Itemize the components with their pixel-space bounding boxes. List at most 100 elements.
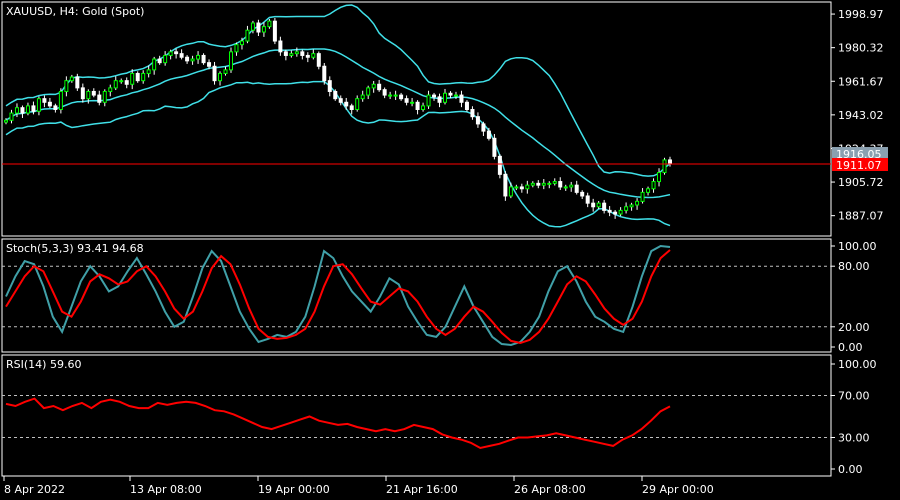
candle-body	[36, 98, 41, 112]
candle-body	[9, 112, 14, 121]
candle-body	[503, 173, 508, 197]
candle-body	[245, 29, 250, 42]
candle-body	[371, 83, 376, 89]
trading-chart[interactable]: 1998.971980.321961.671943.021924.371905.…	[0, 0, 900, 500]
candle-body	[311, 53, 316, 58]
candle-body	[168, 51, 173, 56]
time-tick-label: 29 Apr 00:00	[642, 483, 714, 496]
candle-body	[399, 94, 404, 100]
candle-body	[86, 90, 91, 100]
candle-body	[541, 182, 546, 186]
candle-body	[42, 98, 47, 103]
candle-body	[536, 182, 541, 186]
candle-body	[47, 101, 52, 107]
candle-body	[585, 195, 590, 204]
candle-body	[355, 98, 360, 110]
candle-body	[602, 202, 607, 211]
candle-body	[157, 58, 162, 64]
candle-body	[668, 159, 672, 165]
time-tick-label: 19 Apr 00:00	[258, 483, 330, 496]
candle-body	[574, 184, 579, 193]
candle-body	[267, 20, 272, 28]
candle-body	[97, 94, 102, 103]
time-axis: 8 Apr 2022 13 Apr 08:00 19 Apr 00:00 21 Apr…	[3, 476, 714, 496]
candle-body	[459, 94, 464, 103]
candle-body	[382, 89, 387, 96]
symbol-header: XAUUSD, H4: Gold (Spot)	[6, 5, 144, 18]
price-tick-label: 1905.72	[838, 176, 884, 189]
candle-body	[102, 90, 107, 103]
candle-body	[174, 51, 179, 55]
candle-body	[212, 65, 217, 82]
price-tick-label: 1887.07	[838, 210, 884, 223]
candle-body	[91, 90, 96, 96]
candle-body	[640, 191, 645, 202]
candle-body	[530, 182, 535, 186]
candle-body	[14, 107, 19, 114]
time-tick-label: 21 Apr 16:00	[386, 483, 458, 496]
candle-body	[119, 80, 124, 83]
candle-body	[305, 54, 310, 58]
candle-body	[261, 26, 266, 33]
candle-body	[558, 181, 563, 188]
candle-body	[657, 172, 662, 183]
candle-body	[300, 51, 305, 56]
candle-body	[437, 96, 442, 103]
candle-body	[443, 92, 448, 103]
time-tick-label: 26 Apr 08:00	[514, 483, 586, 496]
time-tick-label: 13 Apr 08:00	[130, 483, 202, 496]
tick-label: 70.00	[838, 390, 870, 403]
candle-body	[393, 94, 398, 97]
price-axis: 1998.971980.321961.671943.021924.371905.…	[831, 8, 884, 223]
candle-body	[366, 87, 371, 96]
candle-body	[316, 53, 321, 67]
candle-body	[185, 56, 190, 62]
candle-body	[618, 209, 623, 215]
candle-body	[569, 184, 574, 188]
candle-body	[552, 181, 557, 184]
candle-body	[80, 87, 85, 100]
candle-body	[591, 202, 596, 208]
tick-label: 80.00	[838, 260, 870, 273]
candle-body	[580, 191, 585, 197]
candle-body	[294, 51, 299, 55]
main-price-panel[interactable]	[1, 1, 832, 237]
candle-body	[360, 94, 365, 100]
tick-label: 0.00	[838, 341, 863, 354]
candle-body	[256, 22, 261, 33]
candle-body	[426, 94, 431, 107]
candle-body	[624, 206, 629, 211]
candle-body	[201, 54, 206, 64]
candle-body	[179, 53, 184, 58]
price-tick-label: 1998.97	[838, 8, 884, 21]
candle-body	[196, 54, 201, 60]
candle-body	[464, 101, 469, 110]
candle-body	[223, 69, 228, 74]
stochastic-panel[interactable]	[1, 238, 832, 353]
candle-body	[525, 184, 530, 190]
candle-body	[635, 200, 640, 206]
candle-body	[475, 116, 480, 125]
tick-label: 20.00	[838, 321, 870, 334]
time-tick-label: 8 Apr 2022	[4, 483, 65, 496]
candle-body	[338, 98, 343, 103]
candle-body	[377, 83, 382, 91]
candle-body	[388, 94, 393, 97]
candle-body	[651, 181, 656, 190]
price-tick-label: 1943.02	[838, 109, 884, 122]
price-tick-label: 1980.32	[838, 42, 884, 55]
candle-body	[448, 92, 453, 96]
candle-body	[207, 62, 212, 67]
candle-body	[289, 53, 294, 56]
candle-body	[514, 186, 519, 189]
tick-label: 30.00	[838, 432, 870, 445]
candle-body	[432, 94, 437, 98]
candle-body	[58, 90, 63, 110]
candle-body	[421, 105, 426, 110]
tick-label: 0.00	[838, 463, 863, 476]
candle-body	[135, 72, 140, 82]
candle-body	[25, 105, 30, 114]
rsi-panel[interactable]	[1, 354, 832, 477]
candle-body	[53, 105, 58, 110]
candle-body	[497, 155, 502, 175]
